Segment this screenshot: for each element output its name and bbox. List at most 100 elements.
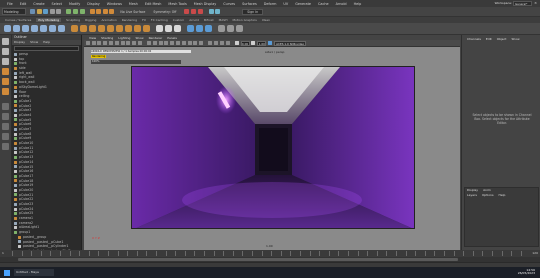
shelf-tab[interactable]: XGen bbox=[262, 18, 270, 22]
time-slider[interactable]: 1 120 bbox=[0, 250, 540, 257]
isolate-select-icon[interactable] bbox=[208, 41, 213, 45]
shelf-tab[interactable]: Motion Graphics bbox=[232, 18, 256, 22]
tab-show[interactable]: Show bbox=[511, 37, 519, 41]
menu-edit[interactable]: Edit bbox=[20, 2, 27, 6]
live-surface-field[interactable]: No Live Surface bbox=[120, 10, 145, 14]
poly-disc-icon[interactable] bbox=[58, 25, 65, 32]
layout-single-icon[interactable] bbox=[2, 103, 9, 110]
film-gate-icon[interactable] bbox=[108, 41, 113, 45]
camera-attributes-icon[interactable] bbox=[85, 41, 90, 45]
gamma-field[interactable]: 1.00 bbox=[257, 40, 267, 46]
wireframe-on-shaded-icon[interactable] bbox=[158, 41, 163, 45]
taskbar-item[interactable]: Untitled - Maya bbox=[14, 269, 54, 276]
select-object-icon[interactable] bbox=[72, 9, 78, 14]
view-transform-select[interactable]: ACES 1.0 SDR-video (ACES) bbox=[274, 40, 307, 50]
exposure-icon[interactable] bbox=[234, 41, 239, 45]
menu-file[interactable]: File bbox=[7, 2, 13, 6]
layout-outliner-icon[interactable] bbox=[2, 133, 9, 140]
textured-icon[interactable] bbox=[164, 41, 169, 45]
image-plane-icon[interactable] bbox=[97, 41, 102, 45]
tab-object[interactable]: Object bbox=[497, 37, 507, 41]
shelf-tab[interactable]: Sculpting bbox=[66, 18, 80, 22]
paint-select-icon[interactable] bbox=[2, 58, 9, 65]
menu-arnold[interactable]: Arnold bbox=[336, 2, 347, 6]
sign-in-button[interactable]: Sign In bbox=[242, 8, 264, 15]
safe-action-icon[interactable] bbox=[132, 41, 137, 45]
anti-aliasing-icon[interactable] bbox=[193, 41, 198, 45]
ambient-occlusion-icon[interactable] bbox=[181, 41, 186, 45]
panel-menu-panels[interactable]: Panels bbox=[167, 36, 177, 40]
bookmark-icon[interactable] bbox=[91, 41, 96, 45]
color-management-icon[interactable] bbox=[268, 41, 273, 45]
hypershade-icon[interactable] bbox=[215, 9, 221, 14]
smooth-icon[interactable] bbox=[89, 25, 96, 32]
close-icon[interactable]: × bbox=[534, 1, 537, 5]
menu-display[interactable]: Display bbox=[87, 2, 100, 6]
menu-modify[interactable]: Modify bbox=[69, 2, 80, 6]
menu-help[interactable]: Help bbox=[354, 2, 362, 6]
panel-menu-show[interactable]: Show bbox=[135, 36, 143, 40]
poly-plane-icon[interactable] bbox=[49, 25, 56, 32]
panel-menu-renderer[interactable]: Renderer bbox=[149, 36, 163, 40]
lasso-tool-icon[interactable] bbox=[2, 48, 9, 55]
shelf-tab[interactable]: Arnold bbox=[189, 18, 199, 22]
multi-cut-icon[interactable] bbox=[156, 25, 163, 32]
combine-icon[interactable] bbox=[71, 25, 78, 32]
resolution-gate-icon[interactable] bbox=[114, 41, 119, 45]
xray-joints-icon[interactable] bbox=[219, 41, 224, 45]
layout-four-icon[interactable] bbox=[2, 113, 9, 120]
layer-menu-layers[interactable]: Layers bbox=[467, 193, 477, 198]
ipr-render-icon[interactable] bbox=[191, 9, 197, 14]
planar-map-icon[interactable] bbox=[196, 25, 203, 32]
workspace-select[interactable]: General* bbox=[513, 1, 532, 6]
boolean-icon[interactable] bbox=[98, 25, 105, 32]
freeze-transform-icon[interactable] bbox=[227, 25, 234, 32]
menu-curves[interactable]: Curves bbox=[223, 2, 235, 6]
poly-cone-icon[interactable] bbox=[31, 25, 38, 32]
move-tool-icon[interactable] bbox=[2, 68, 9, 75]
panel-menu-lighting[interactable]: Lighting bbox=[118, 36, 130, 40]
backface-culling-icon[interactable] bbox=[225, 41, 230, 45]
shelf-tab[interactable]: Bifrost bbox=[204, 18, 214, 22]
shelf-tab[interactable]: Rigging bbox=[85, 18, 96, 22]
tab-edit[interactable]: Edit bbox=[486, 37, 492, 41]
mode-select[interactable]: Modeling bbox=[2, 8, 26, 15]
bevel-icon[interactable] bbox=[134, 25, 141, 32]
separate-icon[interactable] bbox=[80, 25, 87, 32]
layer-menu-help[interactable]: Help bbox=[499, 193, 506, 198]
quad-draw-icon[interactable] bbox=[174, 25, 181, 32]
target-weld-icon[interactable] bbox=[165, 25, 172, 32]
shelf-tab[interactable]: Animation bbox=[101, 18, 116, 22]
extrude-icon[interactable] bbox=[116, 25, 123, 32]
menu-windows[interactable]: Windows bbox=[107, 2, 122, 6]
auto-map-icon[interactable] bbox=[205, 25, 212, 32]
outliner-search-input[interactable] bbox=[14, 46, 79, 51]
exposure-field[interactable]: 0.00 bbox=[240, 40, 250, 46]
menu-cache[interactable]: Cache bbox=[318, 2, 329, 6]
rotate-tool-icon[interactable] bbox=[2, 78, 9, 85]
snap-view-icon[interactable] bbox=[109, 9, 115, 14]
range-slider-handle[interactable] bbox=[18, 258, 458, 261]
layout-graph-icon[interactable] bbox=[2, 143, 9, 150]
shelf-tab[interactable]: Custom bbox=[173, 18, 185, 22]
menu-uv[interactable]: UV bbox=[283, 2, 288, 6]
outliner-menu-display[interactable]: Display bbox=[14, 40, 25, 45]
tab-channels[interactable]: Channels bbox=[467, 37, 481, 41]
poly-torus-icon[interactable] bbox=[40, 25, 47, 32]
poly-cube-icon[interactable] bbox=[13, 25, 20, 32]
poly-sphere-icon[interactable] bbox=[4, 25, 11, 32]
shelf-tab[interactable]: MASH bbox=[219, 18, 228, 22]
windows-start-icon[interactable] bbox=[4, 269, 10, 276]
shelf-tab[interactable]: Rendering bbox=[122, 18, 137, 22]
uv-editor-icon[interactable] bbox=[187, 25, 194, 32]
depth-of-field-icon[interactable] bbox=[199, 41, 204, 45]
layer-menu-options[interactable]: Options bbox=[482, 193, 494, 198]
menu-deform[interactable]: Deform bbox=[264, 2, 277, 6]
shelf-tab-active[interactable]: Poly Modeling bbox=[36, 18, 62, 22]
menu-edit-mesh[interactable]: Edit Mesh bbox=[145, 2, 162, 6]
center-pivot-icon[interactable] bbox=[218, 25, 225, 32]
render-settings-icon[interactable] bbox=[197, 9, 203, 14]
gamma-icon[interactable] bbox=[251, 41, 256, 45]
use-lights-icon[interactable] bbox=[170, 41, 175, 45]
gate-mask-icon[interactable] bbox=[120, 41, 125, 45]
